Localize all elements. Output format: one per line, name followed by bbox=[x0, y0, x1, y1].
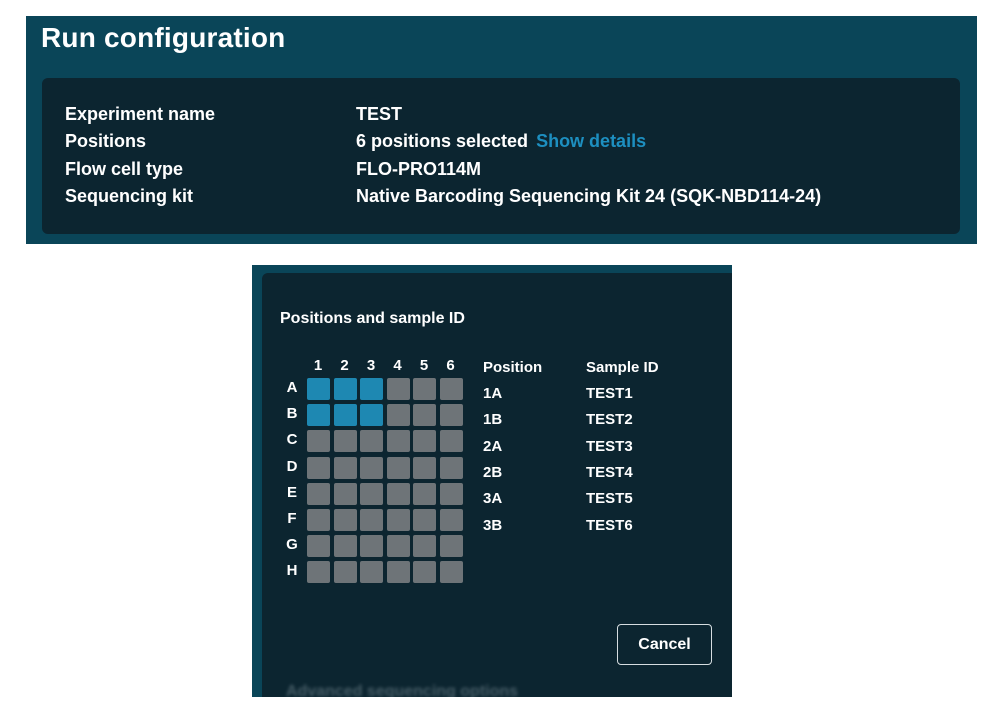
grid-row-label: F bbox=[287, 510, 297, 527]
grid-row-label: B bbox=[286, 405, 298, 423]
flow-cell-type-label: Flow cell type bbox=[65, 159, 184, 179]
page-title: Run configuration bbox=[41, 22, 286, 53]
well-5D[interactable] bbox=[413, 456, 436, 479]
positions-dialog: Positions and sample ID 123456 ABCDEFGH P… bbox=[262, 273, 732, 697]
well-1H[interactable] bbox=[307, 561, 330, 584]
sample-id-cell: TEST4 bbox=[586, 463, 633, 481]
well-6G[interactable] bbox=[439, 535, 463, 558]
positions-value: 6 positions selected bbox=[356, 131, 529, 151]
well-1A[interactable] bbox=[307, 378, 330, 400]
experiment-name-label: Experiment name bbox=[65, 104, 216, 124]
positions-value-wrap: 6 positions selected Show details bbox=[356, 131, 646, 152]
well-4E[interactable] bbox=[386, 482, 410, 505]
sample-id-cell: TEST2 bbox=[586, 411, 633, 429]
flow-cell-type-value: FLO-PRO114M bbox=[356, 159, 482, 179]
sequencing-kit-label: Sequencing kit bbox=[65, 186, 194, 206]
well-2E[interactable] bbox=[333, 482, 357, 505]
position-cell: 1A bbox=[483, 385, 503, 402]
grid-row-label: H bbox=[286, 562, 298, 580]
well-1E[interactable] bbox=[307, 482, 330, 505]
experiment-name-value: TEST bbox=[356, 104, 403, 124]
well-4D[interactable] bbox=[386, 456, 410, 479]
well-3C[interactable] bbox=[360, 430, 383, 453]
grid-column-label: 1 bbox=[313, 357, 323, 374]
grid-column-label: 6 bbox=[446, 357, 455, 374]
background-section-label: Advanced sequencing options bbox=[286, 683, 519, 697]
well-2F[interactable] bbox=[333, 509, 357, 531]
well-5B[interactable] bbox=[413, 404, 436, 427]
well-2G[interactable] bbox=[333, 535, 357, 558]
grid-row-label: E bbox=[286, 483, 297, 501]
sample-id-cell: TEST5 bbox=[586, 490, 633, 508]
well-6F[interactable] bbox=[439, 509, 463, 531]
grid-column-label: 3 bbox=[366, 357, 376, 374]
grid-column-label: 5 bbox=[419, 357, 429, 374]
well-2A[interactable] bbox=[333, 378, 357, 400]
sample-id-cell: TEST1 bbox=[586, 385, 633, 402]
well-6H[interactable] bbox=[439, 561, 463, 584]
position-cell: 1B bbox=[483, 411, 503, 429]
well-3B[interactable] bbox=[360, 404, 383, 427]
well-5G[interactable] bbox=[413, 535, 436, 558]
well-1D[interactable] bbox=[307, 456, 330, 479]
run-configuration-panel: Run configuration Experiment name TEST P… bbox=[26, 16, 977, 244]
position-column-header: Position bbox=[483, 359, 543, 376]
well-4F[interactable] bbox=[386, 509, 410, 531]
well-5E[interactable] bbox=[413, 482, 436, 505]
well-3G[interactable] bbox=[360, 535, 383, 558]
well-6E[interactable] bbox=[439, 482, 463, 505]
dialog-title: Positions and sample ID bbox=[280, 310, 465, 327]
well-1F[interactable] bbox=[307, 509, 330, 531]
well-5C[interactable] bbox=[413, 430, 436, 453]
well-5F[interactable] bbox=[413, 509, 436, 531]
well-2D[interactable] bbox=[333, 456, 357, 479]
sequencing-kit-value: Native Barcoding Sequencing Kit 24 (SQK-… bbox=[356, 186, 822, 206]
well-3E[interactable] bbox=[360, 482, 383, 505]
position-cell: 2B bbox=[483, 463, 503, 481]
sample-id-cell: TEST6 bbox=[586, 516, 633, 534]
well-2H[interactable] bbox=[333, 561, 357, 584]
well-4H[interactable] bbox=[386, 561, 410, 584]
well-3D[interactable] bbox=[360, 456, 383, 479]
well-1C[interactable] bbox=[307, 430, 330, 453]
well-4A[interactable] bbox=[386, 378, 410, 400]
grid-row-label: D bbox=[286, 457, 298, 475]
well-1B[interactable] bbox=[307, 404, 330, 427]
well-6C[interactable] bbox=[439, 430, 463, 453]
sample-id-cell: TEST3 bbox=[586, 437, 633, 455]
well-4B[interactable] bbox=[386, 404, 410, 427]
grid-column-label: 2 bbox=[340, 357, 349, 374]
well-2B[interactable] bbox=[333, 404, 357, 427]
well-6A[interactable] bbox=[439, 378, 463, 400]
grid-column-label: 4 bbox=[393, 357, 402, 374]
well-6D[interactable] bbox=[439, 456, 463, 479]
positions-dialog-backdrop: Positions and sample ID 123456 ABCDEFGH P… bbox=[252, 265, 732, 697]
well-1G[interactable] bbox=[307, 535, 330, 558]
well-3H[interactable] bbox=[360, 561, 383, 584]
well-2C[interactable] bbox=[333, 430, 357, 453]
well-4G[interactable] bbox=[386, 535, 410, 558]
well-3F[interactable] bbox=[360, 509, 383, 531]
position-cell: 2A bbox=[483, 437, 503, 455]
cancel-button[interactable]: Cancel bbox=[617, 624, 712, 665]
sample-id-column-header: Sample ID bbox=[586, 359, 659, 376]
well-6B[interactable] bbox=[439, 404, 463, 427]
run-summary-card: Experiment name TEST Positions 6 positio… bbox=[42, 78, 960, 234]
well-4C[interactable] bbox=[386, 430, 410, 453]
well-5H[interactable] bbox=[413, 561, 436, 584]
grid-row-label: C bbox=[286, 431, 298, 449]
well-5A[interactable] bbox=[413, 378, 436, 400]
grid-row-label: G bbox=[286, 536, 298, 554]
show-details-link[interactable]: Show details bbox=[536, 131, 646, 151]
well-3A[interactable] bbox=[360, 378, 383, 400]
grid-row-label: A bbox=[286, 379, 298, 396]
positions-label: Positions bbox=[65, 131, 147, 151]
position-cell: 3B bbox=[483, 516, 503, 534]
position-cell: 3A bbox=[483, 490, 503, 508]
